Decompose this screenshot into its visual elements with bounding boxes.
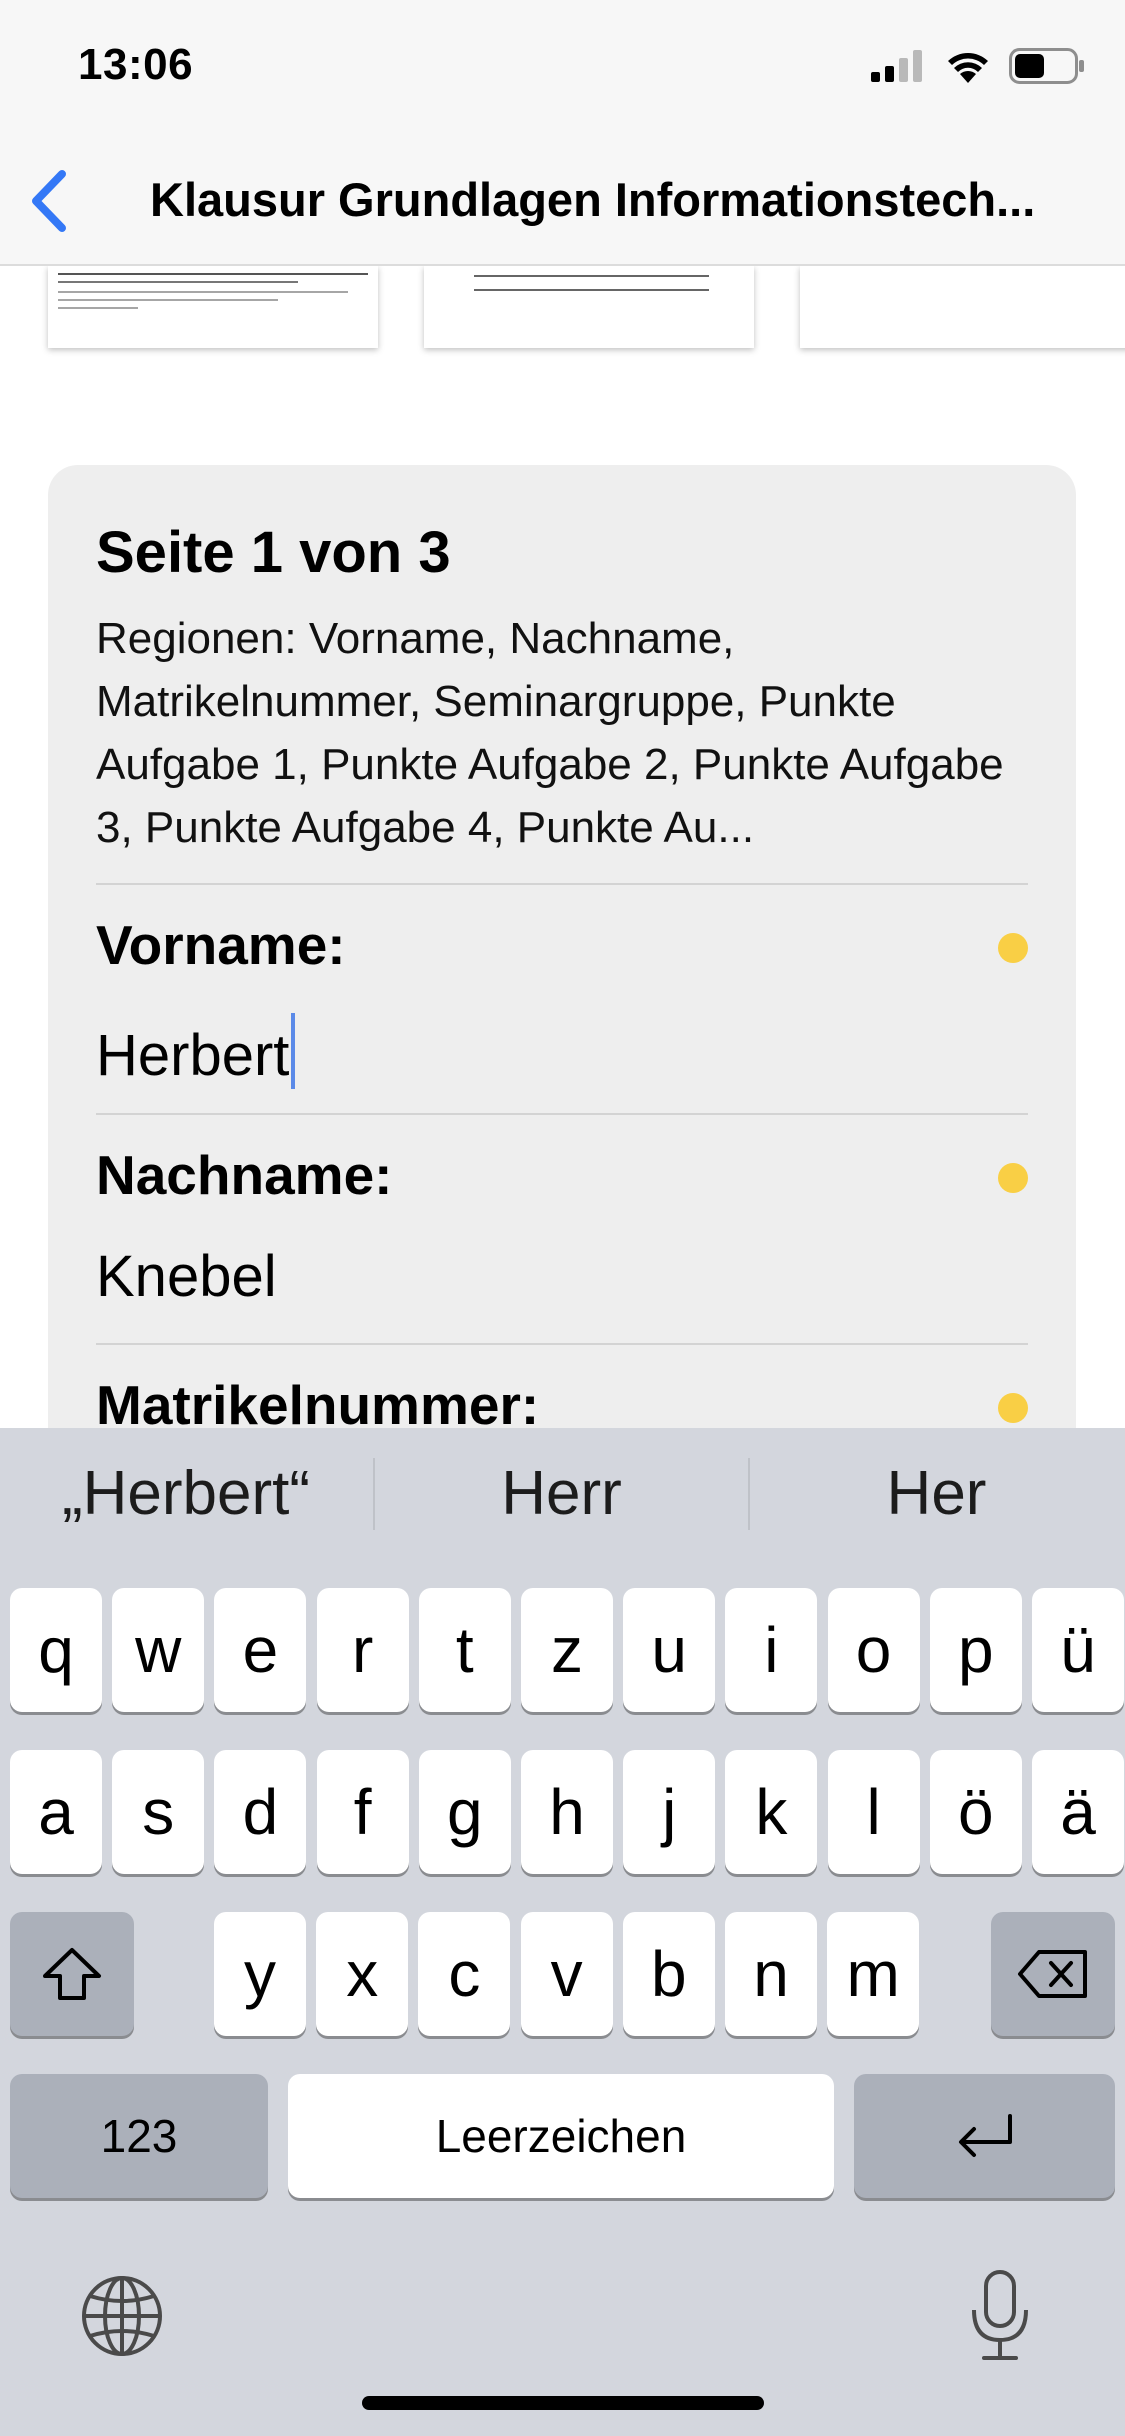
numbers-key[interactable]: 123 <box>10 2074 268 2198</box>
key-l[interactable]: l <box>827 1750 920 1874</box>
navigation-bar: Klausur Grundlagen Informationstech... <box>0 140 1125 266</box>
delete-key[interactable] <box>991 1912 1115 2036</box>
home-indicator <box>362 2396 764 2410</box>
key-x[interactable]: x <box>316 1912 409 2036</box>
page-title: Klausur Grundlagen Informationstech... <box>150 173 1036 226</box>
document-preview-icon <box>58 273 368 309</box>
keyboard: „Herbert“ Herr Her qwertzuiopü asdfghjklö… <box>0 1428 1125 2436</box>
key-v[interactable]: v <box>520 1912 613 2036</box>
key-s[interactable]: s <box>112 1750 205 1874</box>
suggestion-2[interactable]: Herr <box>375 1458 748 1529</box>
key-w[interactable]: w <box>112 1588 205 1712</box>
key-ä[interactable]: ä <box>1032 1750 1124 1874</box>
page-thumbnail-1[interactable] <box>48 266 378 348</box>
divider <box>96 883 1028 885</box>
key-k[interactable]: k <box>725 1750 818 1874</box>
vorname-input[interactable]: Herbert <box>96 1013 296 1089</box>
key-f[interactable]: f <box>316 1750 409 1874</box>
back-button[interactable] <box>22 166 78 236</box>
key-u[interactable]: u <box>623 1588 716 1712</box>
key-r[interactable]: r <box>316 1588 409 1712</box>
key-e[interactable]: e <box>214 1588 307 1712</box>
delete-icon <box>1018 1950 1087 1998</box>
chevron-left-icon <box>32 170 66 232</box>
status-time: 13:06 <box>78 40 194 89</box>
key-c[interactable]: c <box>418 1912 511 2036</box>
suggestion-1[interactable]: „Herbert“ <box>0 1458 372 1529</box>
field-label-vorname: Vorname: <box>96 914 346 976</box>
microphone-button[interactable] <box>968 2268 1032 2369</box>
key-j[interactable]: j <box>623 1750 716 1874</box>
status-dot <box>998 1393 1028 1423</box>
status-icons <box>871 48 1085 84</box>
key-ö[interactable]: ö <box>929 1750 1022 1874</box>
key-h[interactable]: h <box>521 1750 613 1874</box>
globe-button[interactable] <box>80 2274 164 2363</box>
battery-icon <box>1009 48 1084 84</box>
key-a[interactable]: a <box>10 1750 102 1874</box>
key-p[interactable]: p <box>929 1588 1022 1712</box>
page-card: Seite 1 von 3 Regionen: Vorname, Nachnam… <box>48 465 1076 1465</box>
page-heading: Seite 1 von 3 <box>96 520 451 585</box>
divider <box>96 1343 1028 1345</box>
shift-key[interactable] <box>10 1912 134 2036</box>
key-t[interactable]: t <box>418 1588 511 1712</box>
status-bar: 13:06 <box>0 0 1125 140</box>
return-key[interactable] <box>854 2074 1115 2198</box>
page-thumbnail-2[interactable] <box>424 266 754 348</box>
page-thumbnail-3[interactable] <box>800 266 1125 348</box>
shift-icon <box>43 1948 101 2000</box>
divider <box>96 1113 1028 1115</box>
cellular-signal-icon <box>871 50 922 82</box>
text-caret <box>291 1013 296 1089</box>
suggestion-bar: „Herbert“ Herr Her <box>0 1428 1125 1578</box>
key-b[interactable]: b <box>622 1912 715 2036</box>
document-preview-icon <box>474 275 709 291</box>
status-dot <box>998 1163 1028 1193</box>
key-q[interactable]: q <box>10 1588 102 1712</box>
nachname-input[interactable]: Knebel <box>96 1243 277 1310</box>
wifi-icon <box>948 53 988 83</box>
key-y[interactable]: y <box>214 1912 306 2036</box>
key-m[interactable]: m <box>827 1912 920 2036</box>
regions-text: Regionen: Vorname, Nachname, Matrikelnum… <box>96 614 1004 852</box>
key-ü[interactable]: ü <box>1032 1588 1124 1712</box>
microphone-icon <box>972 2270 1028 2360</box>
return-icon <box>958 2114 1012 2157</box>
key-i[interactable]: i <box>725 1588 818 1712</box>
key-z[interactable]: z <box>521 1588 613 1712</box>
key-d[interactable]: d <box>214 1750 307 1874</box>
key-g[interactable]: g <box>418 1750 511 1874</box>
space-key[interactable]: Leerzeichen <box>288 2074 834 2198</box>
key-n[interactable]: n <box>725 1912 817 2036</box>
page-thumbnails <box>0 266 1125 358</box>
status-dot <box>998 933 1028 963</box>
globe-icon <box>82 2276 162 2356</box>
field-label-nachname: Nachname: <box>96 1144 393 1206</box>
key-o[interactable]: o <box>827 1588 920 1712</box>
suggestion-3[interactable]: Her <box>750 1458 1123 1529</box>
